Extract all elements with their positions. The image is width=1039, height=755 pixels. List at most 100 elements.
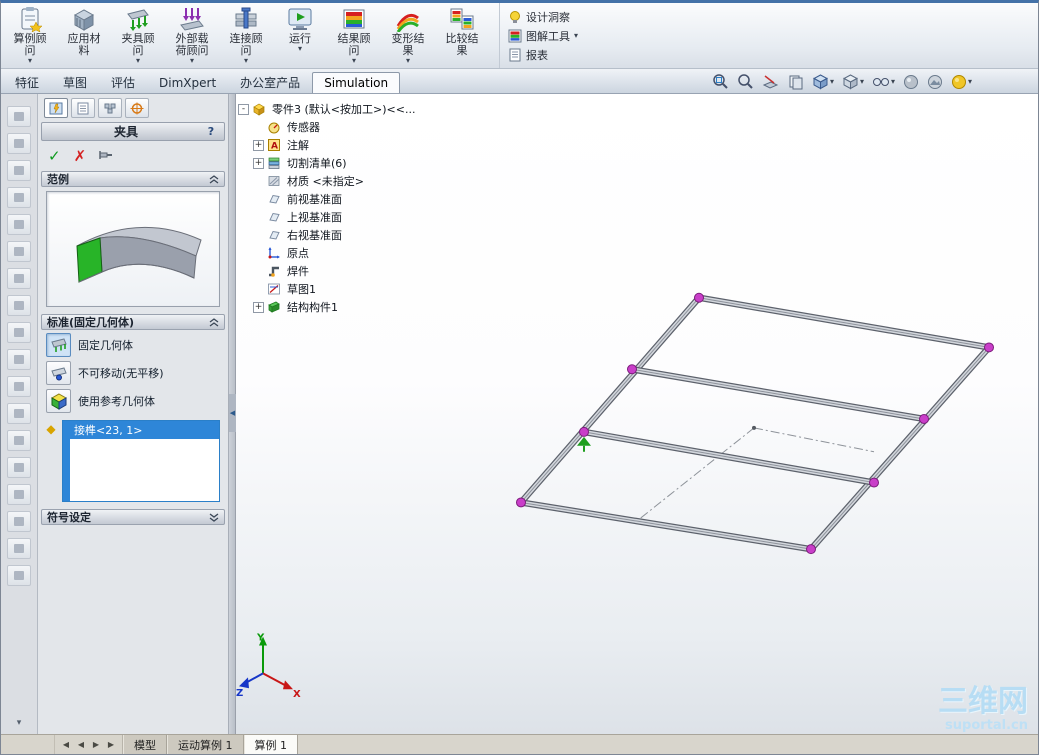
display-style-icon[interactable]: ▾ xyxy=(842,73,864,90)
tree-expander[interactable]: + xyxy=(253,139,264,151)
option-use-reference-geometry[interactable]: 使用参考几何体 xyxy=(38,387,228,415)
left-toolbar-icon[interactable] xyxy=(7,538,31,559)
tree-item-part[interactable]: - 零件3 (默认<按加工>)<<... xyxy=(238,100,417,118)
fixtures-advisor-button[interactable]: 夹具顾问 ▾ xyxy=(111,3,165,68)
apply-scene-icon[interactable] xyxy=(927,74,943,90)
tree-item-origin[interactable]: 原点 xyxy=(238,244,417,262)
tab-office-products[interactable]: 办公室产品 xyxy=(228,72,312,93)
edit-appearance-icon[interactable] xyxy=(903,74,919,90)
left-toolbar-icon[interactable] xyxy=(7,214,31,235)
tree-item-sensors[interactable]: 传感器 xyxy=(238,118,417,136)
toolbar-overflow-icon[interactable]: ▾ xyxy=(17,718,22,728)
tree-expander[interactable]: - xyxy=(238,103,249,115)
first-tab-button[interactable]: ◀ xyxy=(59,740,73,749)
option-immovable[interactable]: 不可移动(无平移) xyxy=(38,359,228,387)
help-button[interactable]: ? xyxy=(204,125,218,139)
section-header-example[interactable]: 范例 xyxy=(41,171,225,187)
run-button[interactable]: 运行 ▾ xyxy=(273,3,327,68)
results-advisor-button[interactable]: 结果顾问 ▾ xyxy=(327,3,381,68)
left-toolbar-icon[interactable] xyxy=(7,187,31,208)
left-toolbar-icon[interactable] xyxy=(7,430,31,451)
left-toolbar-icon[interactable] xyxy=(7,295,31,316)
plot-tools-button[interactable]: 图解工具 ▾ xyxy=(508,27,578,44)
panel-splitter[interactable]: ◀ xyxy=(229,94,236,734)
dropdown-arrow-icon: ▾ xyxy=(135,56,140,65)
view-orientation-icon[interactable]: ▾ xyxy=(812,73,834,90)
frame-member[interactable] xyxy=(518,294,992,553)
tree-item-right-plane[interactable]: 右视基准面 xyxy=(238,226,417,244)
report-button[interactable]: 报表 xyxy=(508,46,578,63)
left-toolbar-icon[interactable] xyxy=(7,565,31,586)
left-toolbar-icon[interactable] xyxy=(7,403,31,424)
left-toolbar-icon[interactable] xyxy=(7,322,31,343)
external-loads-advisor-button[interactable]: 外部载荷顾问 ▾ xyxy=(165,3,219,68)
left-toolbar-icon[interactable] xyxy=(7,484,31,505)
tree-expander[interactable]: + xyxy=(253,157,264,169)
zoom-to-area-icon[interactable] xyxy=(737,73,754,90)
tab-motion-study-1[interactable]: 运动算例 1 xyxy=(167,735,244,754)
deformed-result-button[interactable]: 变形结果 ▾ xyxy=(381,3,435,68)
pin-button[interactable] xyxy=(99,149,113,164)
tree-item-annotations[interactable]: + A 注解 xyxy=(238,136,417,154)
left-toolbar-icon[interactable] xyxy=(7,106,31,127)
tab-dimxpert[interactable]: DimXpert xyxy=(147,72,228,93)
panel-action-bar: ✓ ✗ xyxy=(38,143,228,170)
prev-tab-button[interactable]: ◀ xyxy=(74,740,88,749)
left-toolbar-icon[interactable] xyxy=(7,268,31,289)
left-toolbar-icon[interactable] xyxy=(7,511,31,532)
ribbon-button-label: 应用材料 xyxy=(67,32,101,57)
cancel-button[interactable]: ✗ xyxy=(74,147,87,165)
left-toolbar-icon[interactable] xyxy=(7,133,31,154)
connections-advisor-button[interactable]: 连接顾问 ▾ xyxy=(219,3,273,68)
tree-item-structural-member1[interactable]: + 结构构件1 xyxy=(238,298,417,316)
tab-simulation[interactable]: Simulation xyxy=(312,72,401,93)
ok-button[interactable]: ✓ xyxy=(48,147,61,165)
selection-listbox[interactable]: 接榫<23, 1> xyxy=(62,420,220,502)
option-fixed-geometry[interactable]: 固定几何体 xyxy=(38,331,228,359)
previous-view-icon[interactable] xyxy=(787,73,804,90)
next-tab-button[interactable]: ▶ xyxy=(89,740,103,749)
study-advisor-button[interactable]: 算例顾问 ▾ xyxy=(3,3,57,68)
tab-study-1[interactable]: 算例 1 xyxy=(243,735,298,754)
tree-item-material[interactable]: 材质 <未指定> xyxy=(238,172,417,190)
ribbon-button-label: 结果顾问 xyxy=(337,32,371,57)
left-toolbar-icon[interactable] xyxy=(7,376,31,397)
reference-geometry-icon[interactable] xyxy=(46,389,71,413)
section-header-standard[interactable]: 标准(固定几何体) xyxy=(41,314,225,330)
splitter-collapse-handle[interactable]: ◀ xyxy=(229,394,236,432)
last-tab-button[interactable]: ▶ xyxy=(104,740,118,749)
left-toolbar-icon[interactable] xyxy=(7,349,31,370)
solidworks-window: 算例顾问 ▾ 应用材料 夹具顾问 ▾ 外部载荷顾问 ▾ 连接顾问 ▾ 运行 ▾ xyxy=(0,0,1039,755)
tab-sketch[interactable]: 草图 xyxy=(51,72,99,93)
section-header-symbol-settings[interactable]: 符号设定 xyxy=(41,509,225,525)
tree-item-sketch1[interactable]: 草图1 xyxy=(238,280,417,298)
design-insight-button[interactable]: 设计洞察 xyxy=(508,8,578,25)
hide-show-items-icon[interactable]: ▾ xyxy=(872,74,895,89)
selection-item[interactable]: 接榫<23, 1> xyxy=(70,421,219,439)
graphics-viewport[interactable]: Y X Z - 零件3 (默认<按加工>)<<... 传感器 + A 注解 + … xyxy=(236,94,1038,734)
compare-results-button[interactable]: 比较结果 xyxy=(435,3,489,68)
tree-item-top-plane[interactable]: 上视基准面 xyxy=(238,208,417,226)
vertex-select-icon: ◆ xyxy=(46,422,56,436)
apply-material-button[interactable]: 应用材料 xyxy=(57,3,111,68)
zoom-to-fit-icon[interactable] xyxy=(712,73,729,90)
configuration-tab[interactable] xyxy=(98,98,122,118)
left-toolbar-icon[interactable] xyxy=(7,241,31,262)
left-toolbar-icon[interactable] xyxy=(7,160,31,181)
view-settings-icon[interactable]: ▾ xyxy=(951,74,972,90)
tab-features[interactable]: 特征 xyxy=(3,72,51,93)
tree-expander[interactable]: + xyxy=(253,301,264,313)
left-toolbar-icon[interactable] xyxy=(7,457,31,478)
tree-item-front-plane[interactable]: 前视基准面 xyxy=(238,190,417,208)
fixed-geometry-icon[interactable] xyxy=(46,333,71,357)
section-view-icon[interactable] xyxy=(762,73,779,90)
tab-model[interactable]: 模型 xyxy=(123,735,167,754)
featuremanager-tab[interactable] xyxy=(71,98,95,118)
dimxpert-manager-tab[interactable] xyxy=(125,98,149,118)
immovable-icon[interactable] xyxy=(46,361,71,385)
tab-evaluate[interactable]: 评估 xyxy=(99,72,147,93)
results-advisor-icon xyxy=(343,9,365,29)
tree-item-cutlist[interactable]: + 切割清单(6) xyxy=(238,154,417,172)
propertymanager-tab[interactable] xyxy=(44,98,68,118)
tree-item-weldment[interactable]: 焊件 xyxy=(238,262,417,280)
